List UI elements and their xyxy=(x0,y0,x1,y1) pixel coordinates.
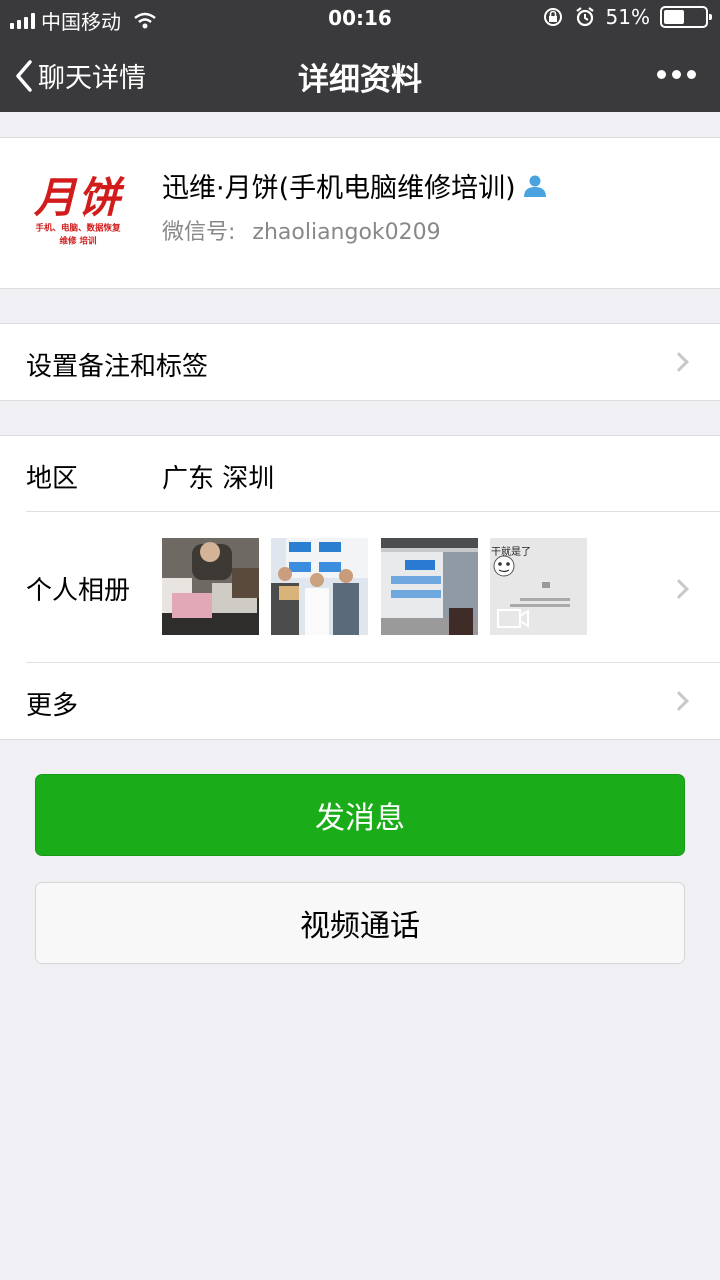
album-thumbnail-caption: 干就是了 xyxy=(491,547,531,558)
album-thumbnail[interactable] xyxy=(162,538,259,635)
region-label: 地区 xyxy=(26,464,79,494)
album-label: 个人相册 xyxy=(26,576,131,606)
avatar-logo-line1: 手机、电脑、数据恢复 xyxy=(35,223,121,234)
avatar-logo-text: 月饼 xyxy=(33,173,122,222)
more-row[interactable]: 更多 xyxy=(0,663,720,739)
person-icon xyxy=(523,175,546,197)
remark-tags-row[interactable]: 设置备注和标签 xyxy=(0,323,720,401)
info-section: 地区 广东 深圳 个人相册 干就是了 更多 xyxy=(0,435,720,740)
status-bar: 中国移动 00:16 51% xyxy=(0,0,720,36)
album-video-thumbnail[interactable]: 干就是了 xyxy=(490,538,587,635)
alarm-icon xyxy=(575,7,594,27)
chevron-right-icon xyxy=(669,691,689,711)
wechat-id-label: 微信号: xyxy=(162,220,236,245)
album-thumbnail[interactable] xyxy=(381,538,478,635)
battery-percent: 51% xyxy=(605,5,650,29)
page-title: 详细资料 xyxy=(298,62,422,98)
video-call-button[interactable]: 视频通话 xyxy=(35,882,685,964)
avatar[interactable]: 月饼 手机、电脑、数据恢复 维修 培训 xyxy=(26,164,130,264)
album-thumbnail[interactable] xyxy=(271,538,368,635)
contact-name: 迅维·月饼(手机电脑维修培训) xyxy=(162,173,516,204)
send-message-button[interactable]: 发消息 xyxy=(35,774,685,856)
more-options-icon[interactable] xyxy=(657,70,696,79)
wechat-id-row: 微信号: zhaoliangok0209 xyxy=(162,214,441,246)
nav-bar: 聊天详情 详细资料 xyxy=(0,36,720,112)
region-row: 地区 广东 深圳 xyxy=(0,436,720,512)
remark-tags-label: 设置备注和标签 xyxy=(26,352,209,382)
battery-icon xyxy=(660,6,712,28)
profile-card: 月饼 手机、电脑、数据恢复 维修 培训 迅维·月饼(手机电脑维修培训) 微信号:… xyxy=(0,137,720,289)
avatar-logo-line2: 维修 培训 xyxy=(59,236,97,247)
contact-name-row: 迅维·月饼(手机电脑维修培训) xyxy=(162,166,548,205)
chevron-right-icon xyxy=(669,579,689,599)
more-label: 更多 xyxy=(26,691,79,721)
rotation-lock-icon xyxy=(543,8,562,26)
album-row[interactable]: 个人相册 干就是了 xyxy=(0,512,720,662)
region-value: 广东 深圳 xyxy=(162,464,275,494)
chevron-right-icon xyxy=(669,352,689,372)
wechat-id-value: zhaoliangok0209 xyxy=(252,220,441,245)
